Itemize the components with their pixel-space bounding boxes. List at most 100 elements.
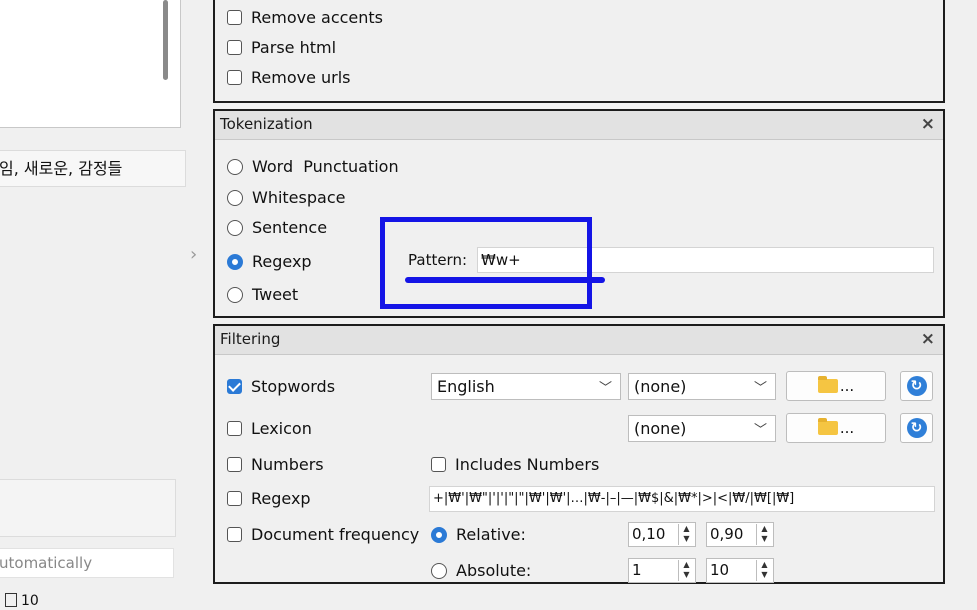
reload-icon: ↻ — [906, 376, 927, 396]
expand-arrow-icon[interactable]: › — [190, 244, 197, 265]
close-icon[interactable]: × — [921, 329, 935, 349]
spin-arrows-icon[interactable]: ▲ ▼ — [756, 524, 772, 545]
stopwords-browse-button[interactable]: ... — [786, 371, 886, 401]
reload-icon: ↻ — [906, 418, 927, 438]
includes-numbers-option[interactable]: Includes Numbers — [431, 455, 599, 474]
output-icon — [5, 593, 17, 607]
preview-words-box: 임, 새로운, 감정들 — [0, 150, 186, 187]
browse-label: ... — [839, 419, 855, 437]
regexp-radio[interactable] — [227, 253, 243, 270]
stopwords-reload-button[interactable]: ↻ — [900, 371, 933, 401]
remove-urls-label: Remove urls — [251, 68, 351, 87]
regexp-filter-option[interactable]: Regexp — [227, 489, 311, 508]
tweet-label: Tweet — [252, 285, 299, 304]
stopwords-language-select[interactable]: English ﹀ — [431, 373, 621, 400]
tokenizer-whitespace[interactable]: Whitespace — [227, 188, 345, 207]
parse-html-option[interactable]: Parse html — [227, 38, 336, 57]
lexicon-label: Lexicon — [251, 419, 312, 438]
chevron-down-icon: ﹀ — [753, 423, 767, 438]
chevron-down-icon: ﹀ — [753, 381, 767, 396]
stopwords-label: Stopwords — [251, 377, 336, 396]
document-frequency-label: Document frequency — [251, 525, 420, 544]
word-punctuation-radio[interactable] — [227, 158, 243, 175]
stopwords-file-value: (none) — [634, 377, 687, 396]
relative-max-value: 0,90 — [710, 525, 744, 543]
underline-annotation — [405, 277, 605, 283]
lexicon-reload-button[interactable]: ↻ — [900, 413, 933, 443]
document-frequency-option[interactable]: Document frequency — [227, 525, 419, 544]
numbers-label: Numbers — [251, 455, 324, 474]
parse-html-label: Parse html — [251, 38, 337, 57]
spin-arrows-icon[interactable]: ▲ ▼ — [678, 524, 694, 545]
relative-radio[interactable] — [431, 526, 447, 543]
filtering-header: Filtering × — [215, 326, 943, 355]
absolute-min-spinbox[interactable]: 1 ▲ ▼ — [628, 558, 696, 583]
remove-accents-checkbox[interactable] — [227, 10, 242, 25]
remove-urls-option[interactable]: Remove urls — [227, 68, 351, 87]
tweet-radio[interactable] — [227, 286, 243, 303]
relative-min-value: 0,10 — [632, 525, 666, 543]
lexicon-file-value: (none) — [634, 419, 687, 438]
document-list-scrollbar[interactable] — [163, 0, 168, 80]
highlight-box-annotation — [380, 217, 592, 309]
relative-max-spinbox[interactable]: 0,90 ▲ ▼ — [706, 522, 774, 547]
tokenization-panel: Tokenization × Word Punctuation Whitespa… — [213, 109, 945, 318]
lexicon-option[interactable]: Lexicon — [227, 419, 312, 438]
close-icon[interactable]: × — [921, 114, 935, 134]
tokenizer-regexp[interactable]: Regexp — [227, 252, 312, 271]
absolute-max-spinbox[interactable]: 10 ▲ ▼ — [706, 558, 774, 583]
regexp-filter-input[interactable]: +|₩'|₩"|'|'|"|"|₩'|₩'|…|₩-|–|—|₩$|&|₩*|>… — [429, 486, 935, 512]
document-frequency-checkbox[interactable] — [227, 527, 242, 542]
stopwords-checkbox[interactable] — [227, 379, 242, 394]
includes-numbers-checkbox[interactable] — [431, 457, 446, 472]
remove-accents-label: Remove accents — [251, 8, 384, 27]
auto-option-field[interactable]: utomatically — [0, 548, 174, 578]
includes-numbers-label: Includes Numbers — [455, 455, 600, 474]
preview-words-text: 임, 새로운, 감정들 — [0, 159, 123, 178]
spin-arrows-icon[interactable]: ▲ ▼ — [756, 560, 772, 581]
absolute-label: Absolute: — [456, 561, 532, 580]
tokenizer-sentence[interactable]: Sentence — [227, 218, 327, 237]
chevron-down-icon: ﹀ — [598, 381, 612, 396]
whitespace-label: Whitespace — [252, 188, 346, 207]
absolute-max-value: 10 — [710, 561, 730, 579]
status-bar-item: 10 — [0, 592, 39, 610]
stopwords-option[interactable]: Stopwords — [227, 377, 335, 396]
sentence-radio[interactable] — [227, 219, 243, 236]
absolute-min-value: 1 — [632, 561, 642, 579]
stopwords-language-value: English — [437, 377, 495, 396]
lexicon-checkbox[interactable] — [227, 421, 242, 436]
stopwords-file-select[interactable]: (none) ﹀ — [628, 373, 776, 400]
numbers-option[interactable]: Numbers — [227, 455, 324, 474]
folder-icon — [817, 418, 838, 435]
absolute-option[interactable]: Absolute: — [431, 561, 531, 580]
relative-option[interactable]: Relative: — [431, 525, 526, 544]
sentence-label: Sentence — [252, 218, 328, 237]
relative-min-spinbox[interactable]: 0,10 ▲ ▼ — [628, 522, 696, 547]
filtering-panel: Filtering × Stopwords English ﹀ (none) ﹀ .… — [213, 324, 945, 584]
parse-html-checkbox[interactable] — [227, 40, 242, 55]
browse-label: ... — [839, 377, 855, 395]
spin-arrows-icon[interactable]: ▲ ▼ — [678, 560, 694, 581]
tokenizer-word-punctuation[interactable]: Word Punctuation — [227, 157, 399, 176]
auto-option-text: utomatically — [0, 554, 93, 572]
regexp-filter-label: Regexp — [251, 489, 311, 508]
word-punctuation-label: Word Punctuation — [252, 157, 399, 176]
preprocess-panel: Remove accents Parse html Remove urls — [213, 0, 945, 103]
folder-icon — [817, 376, 838, 393]
lexicon-file-select[interactable]: (none) ﹀ — [628, 415, 776, 442]
filtering-title: Filtering — [220, 330, 281, 348]
tokenization-title: Tokenization — [220, 115, 313, 133]
remove-accents-option[interactable]: Remove accents — [227, 8, 383, 27]
regexp-filter-value: +|₩'|₩"|'|'|"|"|₩'|₩'|…|₩-|–|—|₩$|&|₩*|>… — [433, 491, 795, 506]
tokenization-header: Tokenization × — [215, 111, 943, 140]
document-list[interactable] — [0, 0, 181, 128]
absolute-radio[interactable] — [431, 562, 447, 579]
regexp-filter-checkbox[interactable] — [227, 491, 242, 506]
whitespace-radio[interactable] — [227, 189, 243, 206]
left-info-box — [0, 479, 176, 537]
tokenizer-tweet[interactable]: Tweet — [227, 285, 298, 304]
lexicon-browse-button[interactable]: ... — [786, 413, 886, 443]
numbers-checkbox[interactable] — [227, 457, 242, 472]
remove-urls-checkbox[interactable] — [227, 70, 242, 85]
